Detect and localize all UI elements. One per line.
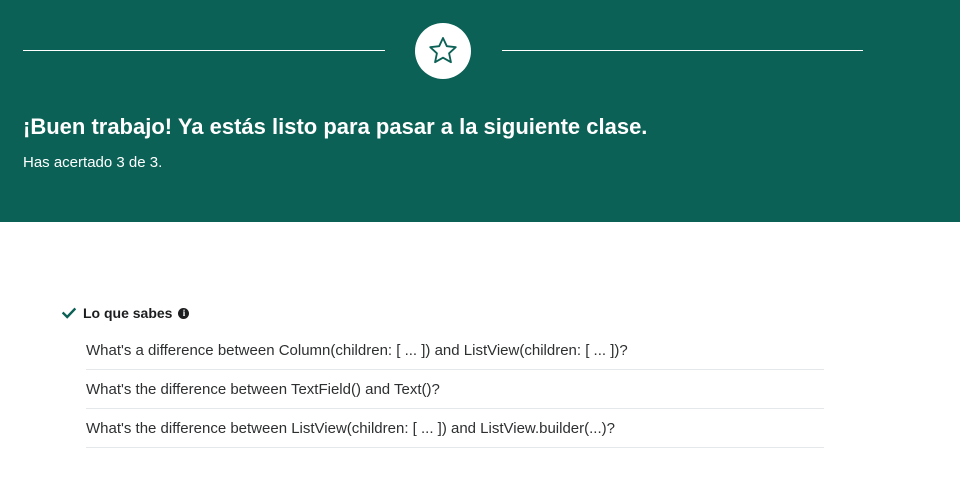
question-item: What's a difference between Column(child… xyxy=(86,331,824,370)
info-icon[interactable]: i xyxy=(178,307,190,319)
divider-left xyxy=(23,50,385,51)
divider-right xyxy=(502,50,863,51)
result-headline: ¡Buen trabajo! Ya estás listo para pasar… xyxy=(23,114,648,139)
known-topics-title: Lo que sabes xyxy=(83,305,173,321)
known-topics-section: Lo que sabes i What's a difference betwe… xyxy=(62,302,824,448)
star-icon xyxy=(429,37,457,64)
score-text: Has acertado 3 de 3. xyxy=(23,154,163,171)
question-list: What's a difference between Column(child… xyxy=(86,331,824,448)
question-item: What's the difference between TextField(… xyxy=(86,370,824,409)
check-icon xyxy=(62,306,76,320)
known-topics-header: Lo que sabes i xyxy=(62,302,824,324)
result-banner: ¡Buen trabajo! Ya estás listo para pasar… xyxy=(0,0,960,222)
star-badge xyxy=(415,23,471,79)
question-item: What's the difference between ListView(c… xyxy=(86,409,824,448)
